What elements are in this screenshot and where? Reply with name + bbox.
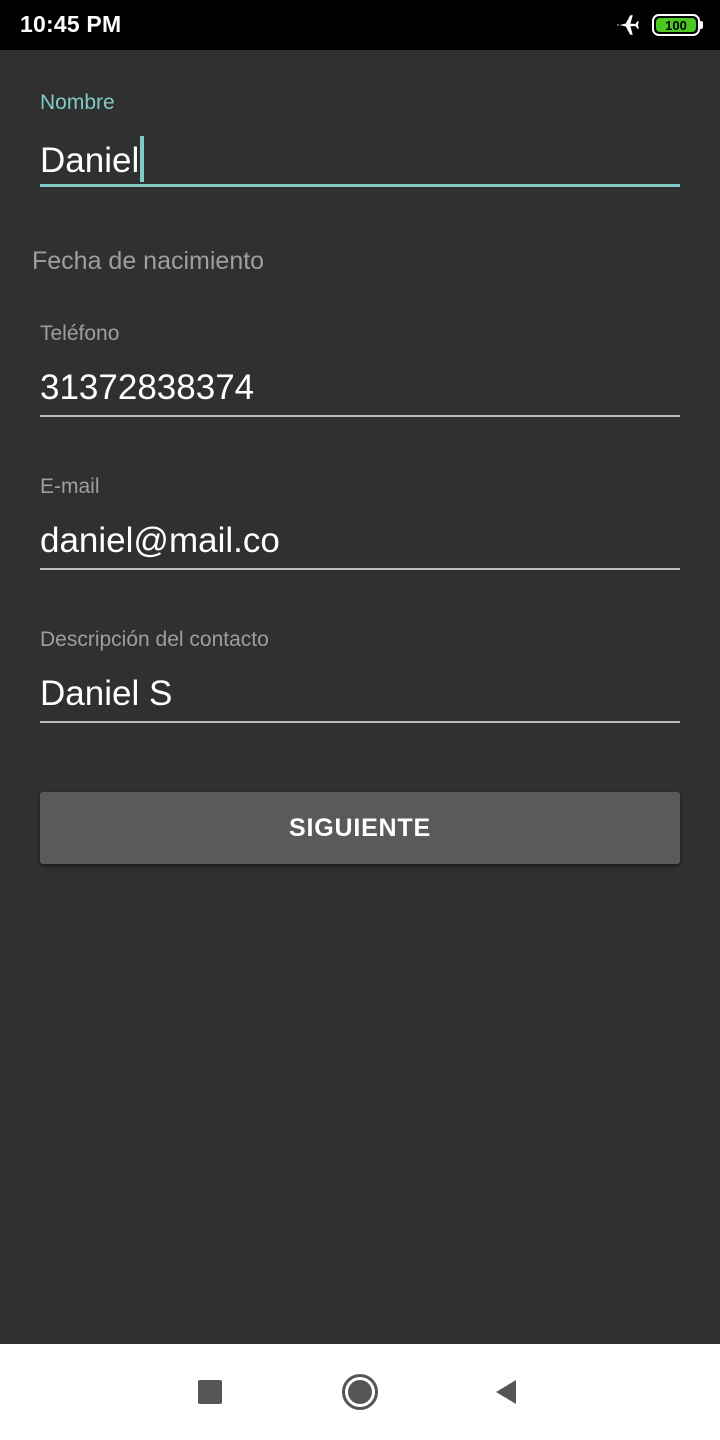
email-field-underline [40,568,680,570]
phone-field-underline [40,415,680,417]
home-circle-icon [342,1374,378,1410]
description-field[interactable]: Daniel S [40,674,172,714]
battery-level: 100 [656,18,696,33]
back-button[interactable] [482,1368,530,1416]
name-field-value: Daniel [40,141,140,180]
airplane-mode-icon [617,15,639,35]
email-field-label: E-mail [40,475,100,498]
birth-date-field[interactable]: Fecha de nacimiento [32,247,264,276]
name-field-underline [40,184,680,187]
status-bar: 10:45 PM 100 [0,0,720,50]
phone-field[interactable]: 31372838374 [40,368,254,408]
phone-field-label: Teléfono [40,322,120,345]
battery-tip [700,21,703,29]
name-field-label: Nombre [40,91,115,114]
next-button[interactable]: SIGUIENTE [40,792,680,864]
recents-button[interactable] [186,1368,234,1416]
recents-square-icon [198,1380,222,1404]
status-time: 10:45 PM [20,11,122,37]
back-triangle-icon [496,1380,516,1404]
battery-icon: 100 [652,14,703,36]
email-field[interactable]: daniel@mail.co [40,521,280,561]
description-field-label: Descripción del contacto [40,628,269,651]
description-field-underline [40,721,680,723]
contact-form: Nombre Daniel Fecha de nacimiento Teléfo… [0,50,720,1344]
name-field[interactable]: Daniel [40,136,145,182]
text-cursor [140,136,145,182]
navigation-bar [0,1344,720,1440]
home-button[interactable] [336,1368,384,1416]
